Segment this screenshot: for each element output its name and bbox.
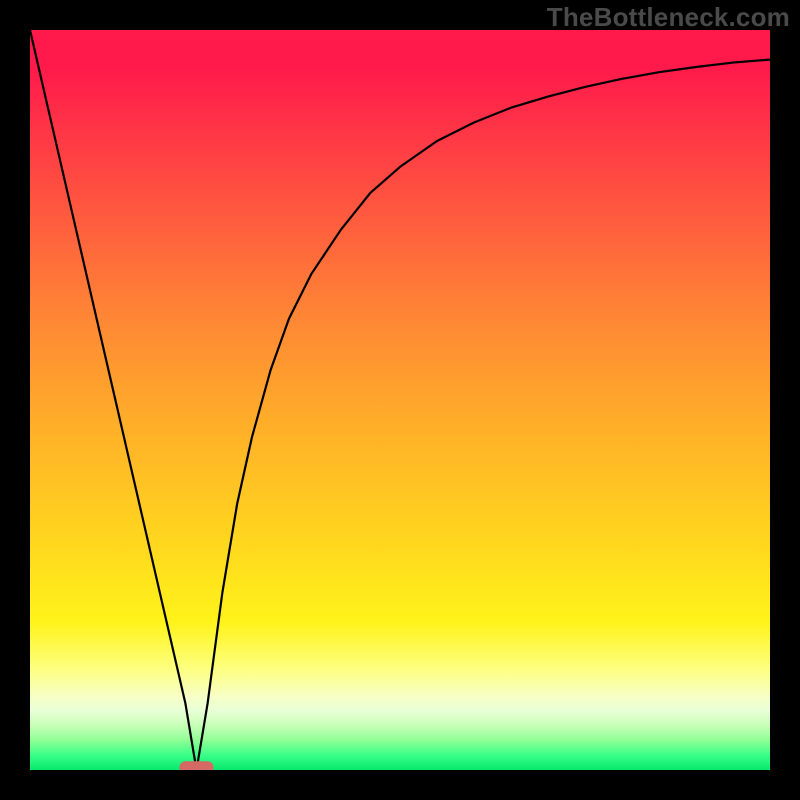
watermark-text: TheBottleneck.com [547, 2, 790, 33]
chart-overlay [30, 30, 770, 770]
bottleneck-curve [30, 30, 770, 770]
plot-area [30, 30, 770, 770]
chart-frame: TheBottleneck.com [0, 0, 800, 800]
optimum-marker [180, 761, 214, 770]
